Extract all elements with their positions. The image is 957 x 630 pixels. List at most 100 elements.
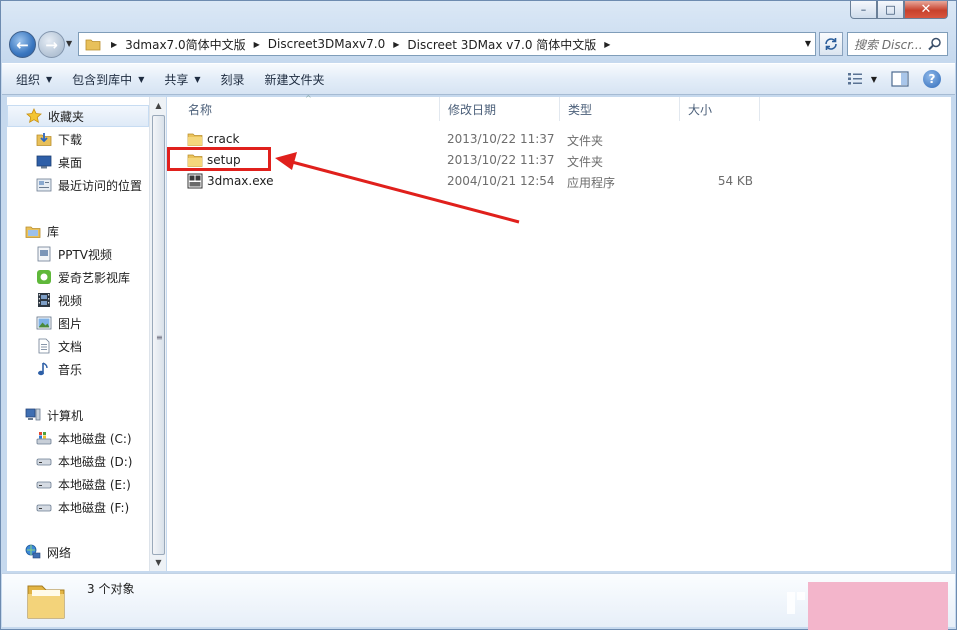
sidebar-item-label: 视频 xyxy=(58,293,83,308)
application-icon xyxy=(187,173,203,189)
computer-icon xyxy=(25,408,41,421)
folder-icon xyxy=(187,133,203,146)
scroll-up-icon[interactable]: ▲ xyxy=(151,98,166,113)
recent-places-icon xyxy=(36,178,52,192)
search-icon[interactable] xyxy=(927,36,943,52)
scrollbar-thumb[interactable]: ≡ xyxy=(152,115,165,555)
video-library-icon xyxy=(37,246,51,262)
file-type: 文件夹 xyxy=(567,155,604,169)
iqiyi-icon xyxy=(37,270,51,284)
sidebar-item-label: 本地磁盘 (F:) xyxy=(58,500,130,515)
sidebar-item-drive-d[interactable]: 本地磁盘 (D:) xyxy=(7,450,149,472)
library-icon xyxy=(25,226,41,238)
hard-drive-icon xyxy=(36,504,52,512)
breadcrumb: ▶ 3dmax7.0简体中文版 ▶ Discreet3DMaxv7.0 ▶ Di… xyxy=(109,33,618,55)
column-header-name[interactable]: 名称 xyxy=(180,97,440,121)
chevron-down-icon: ▼ xyxy=(138,74,145,84)
scroll-down-icon[interactable]: ▼ xyxy=(151,555,166,570)
sidebar-item-label: 本地磁盘 (D:) xyxy=(58,454,133,469)
file-modified: 2013/10/22 11:37 xyxy=(447,153,555,167)
sidebar-item-label: 桌面 xyxy=(58,155,83,170)
breadcrumb-item[interactable]: 3dmax7.0简体中文版 xyxy=(125,36,245,53)
documents-icon xyxy=(38,338,50,354)
sidebar-item-network[interactable]: 网络 xyxy=(7,541,149,563)
file-row-crack[interactable]: crack 2013/10/22 11:37 文件夹 xyxy=(167,129,951,149)
chevron-right-icon[interactable]: ▶ xyxy=(604,40,610,49)
chevron-down-icon: ▼ xyxy=(46,74,53,84)
column-header-modified[interactable]: 修改日期 xyxy=(440,97,560,121)
hard-drive-icon xyxy=(36,458,52,466)
include-in-library-label: 包含到库中 xyxy=(72,72,133,87)
sidebar-item-computer[interactable]: 计算机 xyxy=(7,404,149,426)
sidebar-item-drive-f[interactable]: 本地磁盘 (F:) xyxy=(7,496,149,518)
search-placeholder: 搜索 Discr... xyxy=(854,37,923,52)
caption-buttons: – □ ✕ xyxy=(850,1,948,19)
column-header-type[interactable]: 类型 xyxy=(560,97,680,121)
file-row-3dmax-exe[interactable]: 3dmax.exe 2004/10/21 12:54 应用程序 54 KB xyxy=(167,171,951,191)
address-bar[interactable]: ▶ 3dmax7.0简体中文版 ▶ Discreet3DMaxv7.0 ▶ Di… xyxy=(78,32,816,56)
sidebar-item-drive-e[interactable]: 本地磁盘 (E:) xyxy=(7,473,149,495)
breadcrumb-item[interactable]: Discreet3DMaxv7.0 xyxy=(268,37,385,51)
chevron-down-icon: ▼ xyxy=(870,74,877,84)
explorer-window: – □ ✕ ← → ▼ ▶ 3dmax7.0简体中文版 ▶ Discreet3D… xyxy=(0,0,957,630)
sidebar-item-iqiyi[interactable]: 爱奇艺影视库 xyxy=(7,266,149,288)
chevron-right-icon[interactable]: ▶ xyxy=(254,40,260,49)
column-header-size[interactable]: 大小 xyxy=(680,97,760,121)
forward-button[interactable]: → xyxy=(38,31,65,58)
sidebar-item-music[interactable]: 音乐 xyxy=(7,358,149,380)
back-button[interactable]: ← xyxy=(9,31,36,58)
sidebar-item-favorites[interactable]: 收藏夹 xyxy=(7,105,149,127)
music-note-icon xyxy=(38,362,48,376)
chevron-right-icon[interactable]: ▶ xyxy=(393,40,399,49)
organize-button[interactable]: 组织 ▼ xyxy=(16,71,52,88)
chevron-right-icon[interactable]: ▶ xyxy=(111,40,117,49)
organize-label: 组织 xyxy=(16,72,41,87)
share-button[interactable]: 共享 ▼ xyxy=(164,71,200,88)
annotation-highlight-box xyxy=(167,147,271,171)
sidebar-item-pictures[interactable]: 图片 xyxy=(7,312,149,334)
pictures-icon xyxy=(36,316,52,330)
folder-icon xyxy=(85,39,101,51)
sidebar-item-label: 文档 xyxy=(58,339,83,354)
share-label: 共享 xyxy=(164,72,189,87)
sidebar-item-label: 库 xyxy=(47,224,60,239)
sidebar-item-pptv[interactable]: PPTV视频 xyxy=(7,243,149,265)
refresh-button[interactable] xyxy=(819,32,843,56)
help-button[interactable]: ? xyxy=(923,70,941,88)
sidebar-item-drive-c[interactable]: 本地磁盘 (C:) xyxy=(7,427,149,449)
breadcrumb-item[interactable]: Discreet 3DMax v7.0 简体中文版 xyxy=(407,36,596,53)
maximize-button[interactable]: □ xyxy=(877,1,904,19)
chevron-down-icon[interactable]: ▼ xyxy=(805,39,811,48)
file-type: 文件夹 xyxy=(567,134,604,148)
close-button[interactable]: ✕ xyxy=(904,1,948,19)
minimize-button[interactable]: – xyxy=(850,1,877,19)
new-folder-button[interactable]: 新建文件夹 xyxy=(265,71,325,88)
file-name: 3dmax.exe xyxy=(207,174,274,188)
file-modified: 2013/10/22 11:37 xyxy=(447,132,555,146)
sidebar-item-label: 本地磁盘 (E:) xyxy=(58,477,131,492)
network-icon xyxy=(25,544,41,559)
sidebar-item-label: 下载 xyxy=(58,132,83,147)
navigation-pane: 收藏夹 下载 桌面 最近访问的位置 库 PPTV视频 爱奇艺影视库 视频 图片 … xyxy=(7,97,149,571)
search-input[interactable]: 搜索 Discr... xyxy=(847,32,948,56)
navigation-pane-scrollbar[interactable]: ▲ ≡ ▼ xyxy=(149,97,166,571)
sidebar-item-desktop[interactable]: 桌面 xyxy=(7,151,149,173)
sidebar-item-downloads[interactable]: 下载 xyxy=(7,128,149,150)
burn-button[interactable]: 刻录 xyxy=(221,71,245,88)
sidebar-item-libraries[interactable]: 库 xyxy=(7,220,149,242)
grip-icon: ≡ xyxy=(156,333,163,342)
preview-pane-icon[interactable] xyxy=(891,71,909,87)
sidebar-item-label: 图片 xyxy=(58,316,83,331)
change-view-button[interactable]: ▼ xyxy=(847,72,877,86)
sidebar-item-recent-places[interactable]: 最近访问的位置 xyxy=(7,174,149,196)
view-controls: ▼ ? xyxy=(847,70,941,88)
recent-pages-dropdown-icon[interactable]: ▼ xyxy=(66,39,72,48)
file-modified: 2004/10/21 12:54 xyxy=(447,174,555,188)
sidebar-item-videos[interactable]: 视频 xyxy=(7,289,149,311)
sidebar-item-documents[interactable]: 文档 xyxy=(7,335,149,357)
sidebar-item-label: 爱奇艺影视库 xyxy=(58,270,131,285)
file-row-setup[interactable]: setup 2013/10/22 11:37 文件夹 xyxy=(167,150,951,170)
include-in-library-button[interactable]: 包含到库中 ▼ xyxy=(72,71,144,88)
command-bar: 组织 ▼ 包含到库中 ▼ 共享 ▼ 刻录 新建文件夹 ▼ ? xyxy=(2,63,955,95)
desktop-icon xyxy=(36,155,52,169)
